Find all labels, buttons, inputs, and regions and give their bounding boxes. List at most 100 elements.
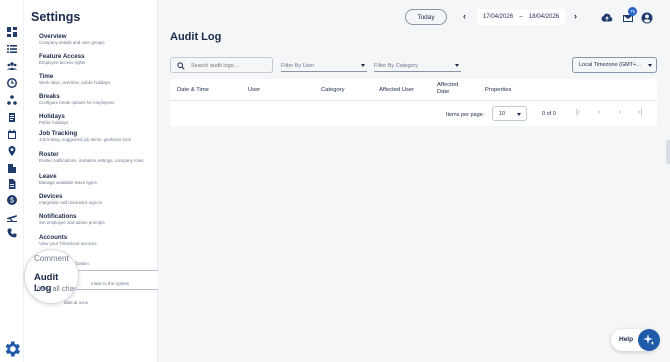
settings-item-desc: View your Timecloud invoices <box>39 241 97 246</box>
dollar-icon[interactable]: $ <box>6 194 18 206</box>
timezone-select[interactable]: Local Timezone (GMT+... <box>572 57 657 73</box>
plane-icon[interactable] <box>6 211 18 223</box>
settings-item-title: Breaks <box>39 93 60 100</box>
icon-rail: $ <box>0 0 24 362</box>
next-page-icon[interactable]: › <box>619 109 621 116</box>
date-separator: – <box>519 14 523 20</box>
filter-by-category-select[interactable]: Filter By Category <box>374 60 461 72</box>
document-icon[interactable] <box>6 178 18 190</box>
date-to: 18/04/2026 <box>528 14 559 20</box>
settings-item-overview[interactable]: Overview Company details and user groups <box>39 33 151 45</box>
timezone-label: Local Timezone (GMT+... <box>579 62 641 68</box>
filter-by-user-select[interactable]: Filter By User <box>281 60 367 72</box>
date-from: 17/04/2026 <box>483 14 514 20</box>
settings-item-title: Leave <box>39 173 57 180</box>
column-header-date-time[interactable]: Date & Time <box>177 87 209 94</box>
settings-item-desc: Roster notifications, invitation setting… <box>39 158 144 163</box>
column-header-affected-date[interactable]: Affected Date <box>437 82 465 96</box>
prev-page-icon[interactable]: ‹ <box>598 109 600 116</box>
settings-item-desc: Manage available leave types <box>39 180 97 185</box>
items-per-page-label: Items per page: <box>446 112 485 118</box>
column-header-properties[interactable]: Properties <box>485 87 511 94</box>
settings-item-feature-access[interactable]: Feature Access Employee access rights <box>39 53 151 65</box>
settings-item-leave[interactable]: Leave Manage available leave types <box>39 173 151 185</box>
settings-item-title: Roster <box>39 151 59 158</box>
pagination-range: 0 of 0 <box>542 111 556 117</box>
settings-item-comment-desc: lization <box>75 261 89 266</box>
people-icon[interactable] <box>6 60 18 72</box>
magnifier-overlay: Comment Audit Log View all chan <box>24 249 79 304</box>
settings-item-title: Notifications <box>39 213 77 220</box>
dashboard-icon[interactable] <box>6 26 18 38</box>
list-icon[interactable] <box>6 43 18 55</box>
page-title: Audit Log <box>170 31 222 43</box>
location-icon[interactable] <box>6 145 18 157</box>
search-field[interactable] <box>170 57 273 73</box>
settings-title: Settings <box>31 10 81 24</box>
org-chart-icon[interactable] <box>6 94 18 106</box>
gear-icon <box>5 341 21 357</box>
settings-item-desc: made to the system <box>91 281 130 286</box>
search-icon <box>177 61 185 70</box>
cloud-upload-icon[interactable] <box>601 11 613 23</box>
column-header-affected-user[interactable]: Affected User <box>379 87 414 94</box>
settings-gear-button[interactable] <box>0 336 24 362</box>
settings-item-holidays[interactable]: Holidays Public holidays <box>39 113 151 125</box>
magnified-audit-log-desc: View all chan <box>34 284 79 293</box>
calendar-icon[interactable] <box>6 128 18 140</box>
clock-icon[interactable] <box>6 77 18 89</box>
header-divider <box>170 100 657 101</box>
settings-item-notifications[interactable]: Notifications Set employee and admin prom… <box>39 213 151 225</box>
today-button[interactable]: Today <box>405 9 447 25</box>
clipboard-icon[interactable] <box>6 111 18 123</box>
notification-badge: 75 <box>628 7 637 16</box>
settings-panel: Settings Overview Company details and use… <box>24 0 173 362</box>
account-icon[interactable] <box>641 11 653 24</box>
svg-text:$: $ <box>10 198 14 205</box>
settings-item-devices[interactable]: Devices Integration with biometric sign-i… <box>39 193 151 205</box>
settings-item-title: Feature Access <box>39 53 85 60</box>
settings-item-desc: Public holidays <box>39 120 69 125</box>
help-label: Help <box>619 336 634 343</box>
magnified-prev-item: Comment <box>34 254 69 263</box>
settings-item-title: Devices <box>39 193 63 200</box>
items-per-page-select[interactable]: 10 <box>492 106 527 121</box>
settings-item-desc: Job linking, suggested job items, geofen… <box>39 137 131 142</box>
settings-item-accounts[interactable]: Accounts View your Timecloud invoices <box>39 234 151 246</box>
settings-item-time[interactable]: Time Work days, overtime, public holidays <box>39 73 151 85</box>
settings-item-desc: Employee access rights <box>39 60 86 65</box>
settings-item-import-desc: data at once <box>64 300 89 305</box>
main-content: Today ‹ 17/04/2026 – 18/04/2026 › 75 Aud… <box>158 0 670 362</box>
chevron-down-icon <box>455 64 459 67</box>
search-input[interactable] <box>191 60 269 71</box>
sparkle-icon <box>638 329 660 351</box>
building-icon[interactable] <box>6 162 18 174</box>
settings-item-desc: Integration with biometric sign-in <box>39 200 102 205</box>
phone-icon[interactable] <box>6 227 18 239</box>
settings-item-desc: Company details and user groups <box>39 40 105 45</box>
filter-by-category-label: Filter By Category <box>374 63 419 69</box>
settings-item-title: Accounts <box>39 234 68 241</box>
first-page-icon[interactable]: |‹ <box>576 109 580 116</box>
column-header-category[interactable]: Category <box>321 87 345 94</box>
settings-item-desc: Set employee and admin prompts <box>39 220 105 225</box>
settings-item-title: Job Tracking <box>39 130 78 137</box>
last-page-icon[interactable]: ›| <box>638 109 642 116</box>
settings-item-title: Overview <box>39 33 67 40</box>
settings-item-title: Time <box>39 73 54 80</box>
chevron-down-icon <box>648 64 652 67</box>
settings-item-desc: Work days, overtime, public holidays <box>39 80 111 85</box>
filter-by-user-label: Filter By User <box>281 63 315 69</box>
column-header-user[interactable]: User <box>248 87 260 94</box>
settings-item-title: Holidays <box>39 113 65 120</box>
help-button[interactable]: Help <box>611 329 660 351</box>
chevron-down-icon <box>517 113 521 116</box>
prev-date-arrow[interactable]: ‹ <box>463 11 466 21</box>
settings-item-job-tracking[interactable]: Job Tracking Job linking, suggested job i… <box>39 130 151 142</box>
chevron-down-icon <box>361 64 365 67</box>
next-date-arrow[interactable]: › <box>574 11 577 21</box>
date-range-picker[interactable]: 17/04/2026 – 18/04/2026 <box>477 9 565 25</box>
settings-item-roster[interactable]: Roster Roster notifications, invitation s… <box>39 151 151 163</box>
side-drawer-handle[interactable] <box>666 140 670 164</box>
settings-item-breaks[interactable]: Breaks Configure break options for employ… <box>39 93 151 105</box>
